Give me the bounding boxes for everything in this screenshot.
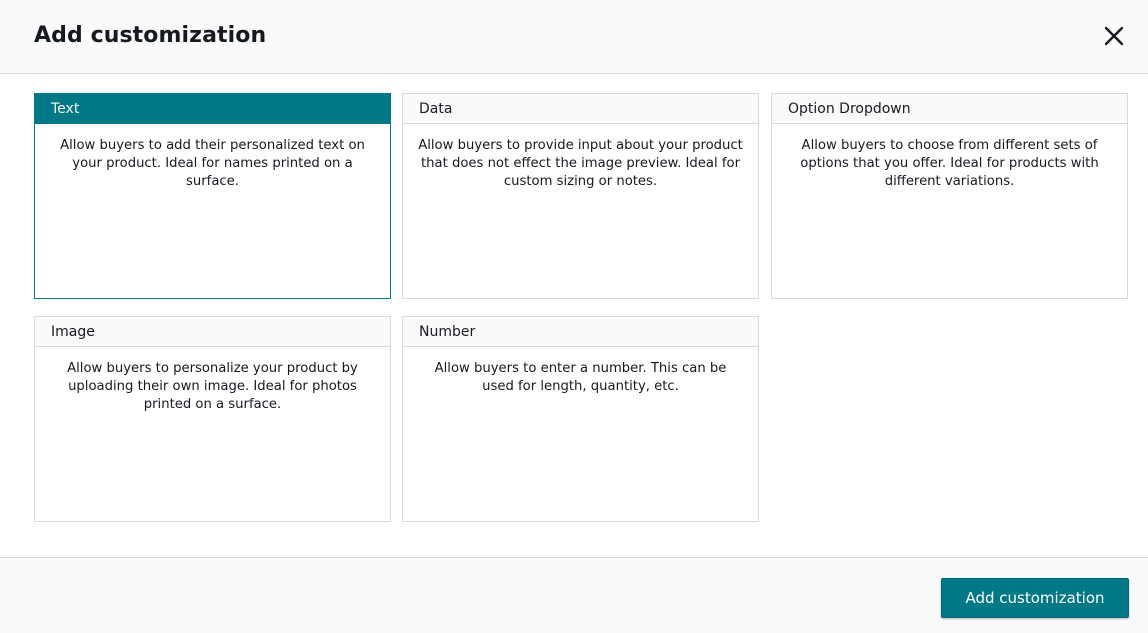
add-customization-button[interactable]: Add customization bbox=[941, 578, 1129, 618]
option-card-image[interactable]: Image Allow buyers to personalize your p… bbox=[34, 316, 391, 522]
dialog-header: Add customization bbox=[0, 0, 1148, 74]
option-card-title: Text bbox=[35, 94, 390, 124]
option-card-option-dropdown[interactable]: Option Dropdown Allow buyers to choose f… bbox=[771, 93, 1128, 299]
dialog-footer: Add customization bbox=[0, 557, 1148, 633]
dialog-title: Add customization bbox=[34, 23, 267, 48]
option-card-title: Option Dropdown bbox=[772, 94, 1127, 124]
option-card-description: Allow buyers to provide input about your… bbox=[418, 138, 743, 189]
close-icon bbox=[1104, 26, 1124, 46]
close-button[interactable] bbox=[1100, 22, 1128, 50]
option-card-text[interactable]: Text Allow buyers to add their personali… bbox=[34, 93, 391, 299]
option-card-description: Allow buyers to personalize your product… bbox=[67, 361, 358, 412]
option-card-title: Image bbox=[35, 317, 390, 347]
option-card-number[interactable]: Number Allow buyers to enter a number. T… bbox=[402, 316, 759, 522]
option-card-title: Number bbox=[403, 317, 758, 347]
option-card-description: Allow buyers to add their personalized t… bbox=[60, 138, 365, 189]
option-card-description: Allow buyers to enter a number. This can… bbox=[434, 361, 727, 394]
option-card-data[interactable]: Data Allow buyers to provide input about… bbox=[402, 93, 759, 299]
option-card-title: Data bbox=[403, 94, 758, 124]
option-card-description: Allow buyers to choose from different se… bbox=[800, 138, 1099, 189]
